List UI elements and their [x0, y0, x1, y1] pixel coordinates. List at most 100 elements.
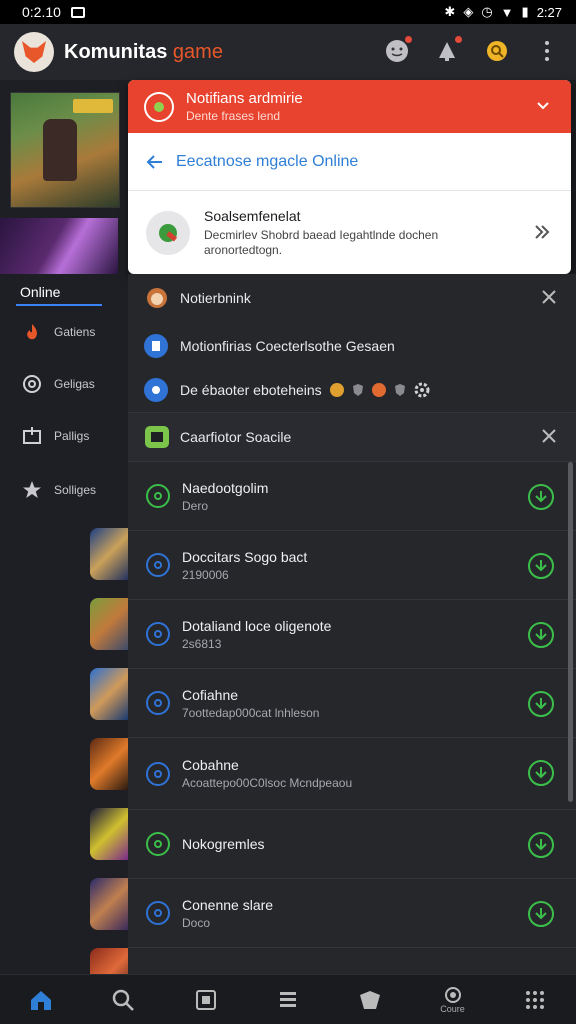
sidebar-item-gatiens[interactable]: Gatiens	[22, 320, 95, 344]
notifications-section-header: Notierbnink	[128, 274, 576, 322]
app-title-main: Komunitas	[64, 40, 168, 63]
nav-search[interactable]	[105, 982, 141, 1018]
download-icon[interactable]	[528, 622, 554, 648]
inbox-icon	[22, 426, 42, 446]
star-icon	[22, 480, 42, 500]
close-icon[interactable]	[542, 429, 556, 443]
notifications-button[interactable]	[430, 34, 464, 68]
status-icon	[146, 832, 170, 856]
download-icon[interactable]	[528, 832, 554, 858]
nav-home[interactable]	[23, 982, 59, 1018]
more-vert-icon	[545, 41, 549, 61]
game-thumbnail[interactable]	[90, 528, 128, 580]
more-menu-button[interactable]	[530, 34, 564, 68]
shield-icon	[352, 384, 363, 396]
list-item-subtitle: Acoattepo00C0lsoc Mcndpeaou	[182, 776, 353, 790]
download-list: Naedootgolim Dero Doccitars Sogo bact 2190…	[128, 462, 576, 948]
nav-library[interactable]	[188, 982, 224, 1018]
status-icon	[146, 761, 170, 786]
close-icon[interactable]	[542, 290, 556, 304]
gear-icon[interactable]	[412, 380, 432, 400]
download-icon[interactable]	[528, 484, 554, 510]
notification-header-subtitle: Dente frases lend	[186, 109, 281, 123]
back-link[interactable]: Eecatnose mgacle Online	[128, 133, 571, 191]
list-item-title: Dotaliand loce oligenote	[182, 617, 332, 634]
target-icon	[22, 374, 42, 394]
status-icon	[146, 484, 170, 508]
list-item[interactable]: Doccitars Sogo bact 2190006	[128, 531, 576, 600]
list-item[interactable]: Naedootgolim Dero	[128, 462, 576, 531]
list-item-title: Conenne slare	[182, 896, 274, 913]
app-bar: Komunitas game	[0, 24, 576, 80]
list-item-subtitle: Doco	[182, 915, 211, 930]
game-thumbnail[interactable]	[90, 668, 128, 720]
notification-item-title: Soalsemfenelat	[204, 207, 301, 224]
list-item-title: Naedootgolim	[182, 479, 269, 496]
list-icon	[279, 991, 296, 1007]
game-thumbnail[interactable]	[90, 598, 128, 650]
list-item[interactable]: Dotaliand loce oligenote 2s6813	[128, 600, 576, 669]
notification-item[interactable]: Soalsemfenelat Decmirlev Shobrd baead Ie…	[128, 191, 571, 274]
window-icon	[195, 989, 216, 1010]
status-icon	[146, 691, 170, 715]
notification-row[interactable]: Motionfirias Coecterlsothe Gesaen	[128, 326, 576, 366]
gamepad-icon	[144, 378, 168, 402]
list-item[interactable]: Conenne slare Doco	[128, 879, 576, 948]
notification-row[interactable]: De ébaoter eboteheins	[128, 370, 576, 410]
nav-store[interactable]	[352, 982, 388, 1018]
user-avatar-icon	[147, 288, 167, 308]
sidebar-item-palligs[interactable]: Palligs	[22, 424, 89, 448]
clock: 0:2.10	[22, 4, 61, 20]
chevron-double-right-icon[interactable]	[533, 223, 551, 246]
app-title: Komunitas game	[64, 41, 223, 64]
sidebar-heading[interactable]: Online	[20, 284, 60, 300]
search-icon	[487, 41, 507, 61]
list-item[interactable]: Cobahne Acoattepo00C0lsoc Mcndpeaou	[128, 738, 576, 810]
section-title: Notierbnink	[180, 290, 251, 306]
sidebar-item-label: Solliges	[54, 483, 97, 497]
active-tab-indicator	[16, 304, 102, 306]
download-icon[interactable]	[528, 901, 554, 927]
battery-icon: ▮	[521, 4, 529, 19]
bluetooth-icon: ✱	[444, 4, 456, 19]
search-button[interactable]	[480, 34, 514, 68]
list-item-subtitle: 2s6813	[182, 636, 222, 651]
section-title: Caarfiotor Soacile	[180, 429, 292, 445]
favorites-section-header: Caarfiotor Soacile	[128, 412, 576, 462]
game-thumbnail-list	[90, 528, 128, 1018]
sidebar-item-solliges[interactable]: Solliges	[22, 478, 96, 502]
nav-list[interactable]	[270, 982, 306, 1018]
wifi-icon: ▼	[500, 4, 514, 20]
notification-header[interactable]: Notifians ardmirie Dente frases lend	[128, 80, 571, 133]
list-item[interactable]: Nokogremles	[128, 810, 576, 879]
back-link-label: Eecatnose mgacle Online	[176, 152, 359, 170]
game-banner-image[interactable]	[10, 92, 120, 208]
alarm-icon: ◷	[481, 4, 493, 19]
download-icon[interactable]	[528, 760, 554, 786]
app-logo[interactable]	[14, 32, 54, 72]
sidebar-item-label: Gatiens	[54, 325, 96, 339]
nfc-icon: ◈	[463, 4, 474, 19]
download-icon[interactable]	[528, 691, 554, 717]
fox-icon	[22, 41, 46, 63]
game-thumbnail[interactable]	[90, 808, 128, 860]
nav-profile[interactable]: Coure	[435, 982, 471, 1018]
chevron-down-icon[interactable]	[535, 98, 551, 119]
messages-button[interactable]	[380, 34, 414, 68]
game-thumbnail[interactable]	[90, 738, 128, 790]
sidebar-item-geligas[interactable]: Geligas	[22, 372, 95, 396]
notification-row-text: De ébaoter eboteheins	[180, 382, 322, 398]
game-thumbnail[interactable]	[90, 878, 128, 930]
game-banner-image-2[interactable]	[0, 218, 118, 274]
arrow-left-icon	[146, 154, 162, 169]
list-item-subtitle: Dero	[182, 498, 209, 513]
notification-header-title: Notifians ardmirie	[186, 90, 303, 107]
nav-apps[interactable]	[517, 982, 553, 1018]
list-item-title: Cobahne	[182, 757, 239, 773]
scrollbar[interactable]	[568, 462, 573, 802]
sidebar: Online Gatiens Geligas Palligs Solliges	[0, 80, 128, 1000]
download-icon[interactable]	[528, 553, 554, 579]
status-time: 2:27	[536, 4, 562, 20]
badge-dot	[405, 36, 412, 43]
list-item[interactable]: Cofiahne 7oottedap000cat lnhleson	[128, 669, 576, 738]
